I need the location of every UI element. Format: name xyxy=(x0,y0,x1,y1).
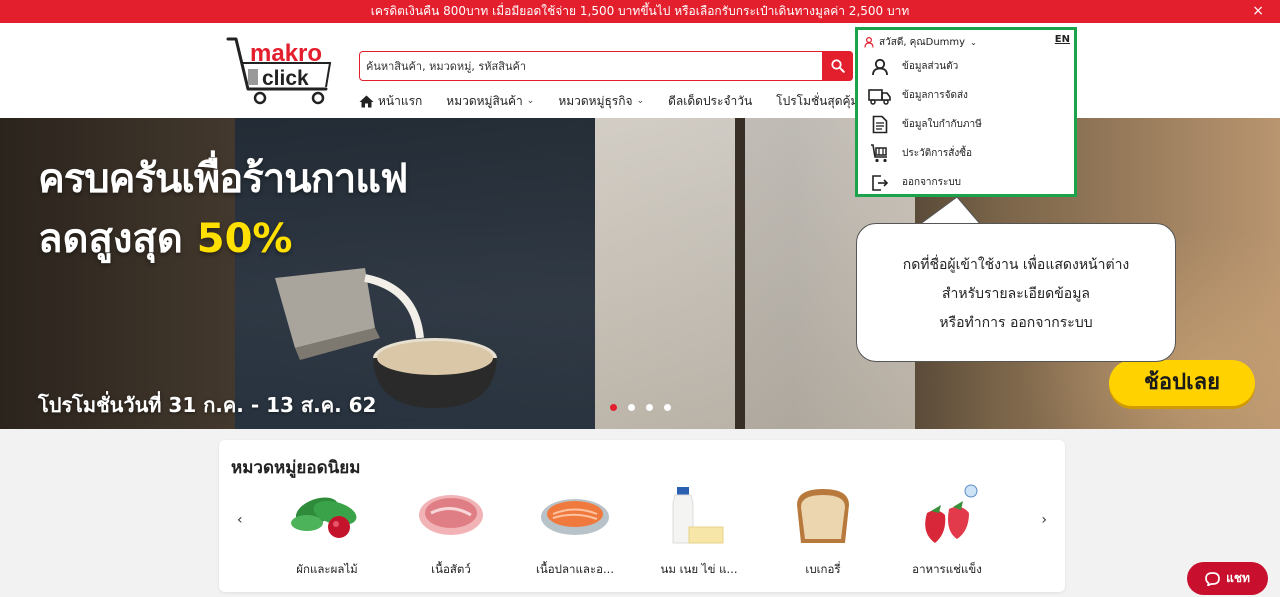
category-frozen-food[interactable]: อาหารแช่แข็ง xyxy=(897,480,997,579)
vegetables-image xyxy=(287,480,367,550)
hero-promo-date: โปรโมชั่นวันที่ 31 ก.ค. - 13 ส.ค. 62 xyxy=(38,393,377,417)
nav-home[interactable]: หน้าแรก xyxy=(359,92,422,111)
document-icon xyxy=(868,115,892,135)
menu-item-label: ออกจากระบบ xyxy=(902,177,962,188)
tooltip-line-2: สำหรับรายละเอียดข้อมูล xyxy=(942,286,1090,302)
nav-business-label: หมวดหมู่ธุรกิจ xyxy=(558,93,633,108)
menu-item-label: ข้อมูลการจัดส่ง xyxy=(902,90,968,101)
help-tooltip: กดที่ชื่อผู้เข้าใช้งาน เพื่อแสดงหน้าต่าง… xyxy=(856,223,1176,362)
category-label: เนื้อสัตว์ xyxy=(431,562,471,576)
hero-discount-value: 50% xyxy=(196,216,293,262)
menu-item-label: ประวัติการสั่งซื้อ xyxy=(902,148,973,159)
nav-daily-deals[interactable]: ดีลเด็ดประจำวัน xyxy=(668,92,752,111)
menu-item-label: ข้อมูลใบกำกับภาษี xyxy=(902,119,982,130)
tooltip-line-3: หรือทำการ ออกจากระบบ xyxy=(939,315,1093,331)
carousel-dot[interactable] xyxy=(664,404,671,411)
close-icon[interactable]: × xyxy=(1252,0,1264,23)
chat-label: แชท xyxy=(1226,571,1250,585)
chat-button[interactable]: แชท xyxy=(1187,562,1268,595)
carousel-dot[interactable] xyxy=(646,404,653,411)
chevron-left-icon[interactable]: ‹ xyxy=(237,512,243,528)
chevron-down-icon: ⌄ xyxy=(636,96,645,106)
tooltip-pointer xyxy=(917,196,983,226)
hero-discount-prefix: ลดสูงสุด xyxy=(38,216,183,262)
fish-image xyxy=(535,480,615,550)
nav-business[interactable]: หมวดหมู่ธุรกิจ ⌄ xyxy=(558,92,644,111)
site-header: makro click หน้าแรก หมวดหมู่สินค้า ⌄ หมว… xyxy=(0,23,1280,118)
frozen-strawberries-image xyxy=(907,480,987,550)
chevron-down-icon: ⌄ xyxy=(526,96,535,106)
dairy-image xyxy=(659,480,739,550)
search-bar xyxy=(359,51,853,81)
category-vegetables-fruits[interactable]: ผักและผลไม้ xyxy=(277,480,377,579)
shop-now-button[interactable]: ช้อปเลย xyxy=(1109,360,1255,406)
main-nav: หน้าแรก หมวดหมู่สินค้า ⌄ หมวดหมู่ธุรกิจ … xyxy=(359,91,882,111)
category-fish-seafood[interactable]: เนื้อปลาและอ... xyxy=(525,480,625,579)
logo-word-2: click xyxy=(262,67,309,90)
logo-word-1: makro xyxy=(250,40,322,67)
promo-text: เครดิตเงินคืน 800บาท เมื่อมียอดใช้จ่าย 1… xyxy=(370,4,910,18)
user-menu-dropdown: สวัสดี, คุณDummy ⌄ EN ข้อมูลส่วนตัว ข้อม… xyxy=(855,27,1077,197)
carousel-dot[interactable] xyxy=(610,404,617,411)
user-icon xyxy=(864,36,874,48)
menu-item-label: ข้อมูลส่วนตัว xyxy=(902,61,959,72)
category-label: เบเกอรี่ xyxy=(805,562,841,576)
nav-home-label: หน้าแรก xyxy=(378,93,423,108)
carousel-dot[interactable] xyxy=(628,404,635,411)
tooltip-line-1: กดที่ชื่อผู้เข้าใช้งาน เพื่อแสดงหน้าต่าง xyxy=(902,257,1130,273)
nav-categories-label: หมวดหมู่สินค้า xyxy=(446,93,523,108)
cart-icon xyxy=(868,144,892,164)
menu-item-order-history[interactable]: ประวัติการสั่งซื้อ xyxy=(868,139,1068,168)
menu-item-shipping[interactable]: ข้อมูลการจัดส่ง xyxy=(868,81,1068,110)
nav-categories[interactable]: หมวดหมู่สินค้า ⌄ xyxy=(446,92,534,111)
section-title: หมวดหมู่ยอดนิยม xyxy=(231,458,361,478)
menu-item-tax-invoice[interactable]: ข้อมูลใบกำกับภาษี xyxy=(868,110,1068,139)
search-button[interactable] xyxy=(822,51,853,81)
language-switch[interactable]: EN xyxy=(1055,34,1070,45)
chevron-down-icon: ⌄ xyxy=(970,37,977,47)
search-icon xyxy=(830,59,845,73)
hero-photo-shirt xyxy=(595,118,735,429)
bread-image xyxy=(783,480,863,550)
nav-daily-deals-label: ดีลเด็ดประจำวัน xyxy=(668,93,753,108)
chevron-right-icon[interactable]: › xyxy=(1041,512,1047,528)
user-name-toggle[interactable]: สวัสดี, คุณDummy ⌄ xyxy=(864,35,977,50)
search-input[interactable] xyxy=(366,56,816,76)
user-menu-list: ข้อมูลส่วนตัว ข้อมูลการจัดส่ง ข้อมูลใบกำ… xyxy=(868,52,1068,197)
category-meat[interactable]: เนื้อสัตว์ xyxy=(401,480,501,579)
hero-subheadline: ลดสูงสุด 50% xyxy=(38,206,293,270)
category-label: เนื้อปลาและอ... xyxy=(535,562,614,576)
logout-icon xyxy=(868,173,892,193)
user-menu-header: สวัสดี, คุณDummy ⌄ EN xyxy=(864,34,1070,50)
menu-item-profile[interactable]: ข้อมูลส่วนตัว xyxy=(868,52,1068,81)
category-dairy-eggs[interactable]: นม เนย ไข่ แ... xyxy=(649,480,749,579)
category-label: นม เนย ไข่ แ... xyxy=(660,562,738,576)
category-label: อาหารแช่แข็ง xyxy=(912,562,982,576)
nav-promotions[interactable]: โปรโมชั่นสุดคุ้ม xyxy=(776,92,858,111)
chat-bubble-icon xyxy=(1205,571,1220,586)
nav-promotions-label: โปรโมชั่นสุดคุ้ม xyxy=(776,93,859,108)
category-label: ผักและผลไม้ xyxy=(296,562,358,576)
promo-banner[interactable]: เครดิตเงินคืน 800บาท เมื่อมียอดใช้จ่าย 1… xyxy=(0,0,1280,23)
home-icon xyxy=(359,95,374,107)
popular-categories: หมวดหมู่ยอดนิยม ‹ › ผักและผลไม้ เนื้อสัต… xyxy=(219,440,1065,592)
carousel-dots xyxy=(610,404,671,411)
category-carousel: ผักและผลไม้ เนื้อสัตว์ เนื้อปลาและอ... น… xyxy=(277,480,997,579)
hero-headline: ครบครันเพื่อร้านกาแฟ xyxy=(38,156,408,202)
menu-item-logout[interactable]: ออกจากระบบ xyxy=(868,168,1068,197)
meat-image xyxy=(411,480,491,550)
category-bakery[interactable]: เบเกอรี่ xyxy=(773,480,873,579)
makroclick-logo[interactable]: makro click xyxy=(226,35,338,107)
truck-icon xyxy=(868,86,892,106)
person-icon xyxy=(868,57,892,77)
user-greeting: สวัสดี, คุณDummy xyxy=(879,36,966,48)
tooltip-text: กดที่ชื่อผู้เข้าใช้งาน เพื่อแสดงหน้าต่าง… xyxy=(857,251,1175,338)
